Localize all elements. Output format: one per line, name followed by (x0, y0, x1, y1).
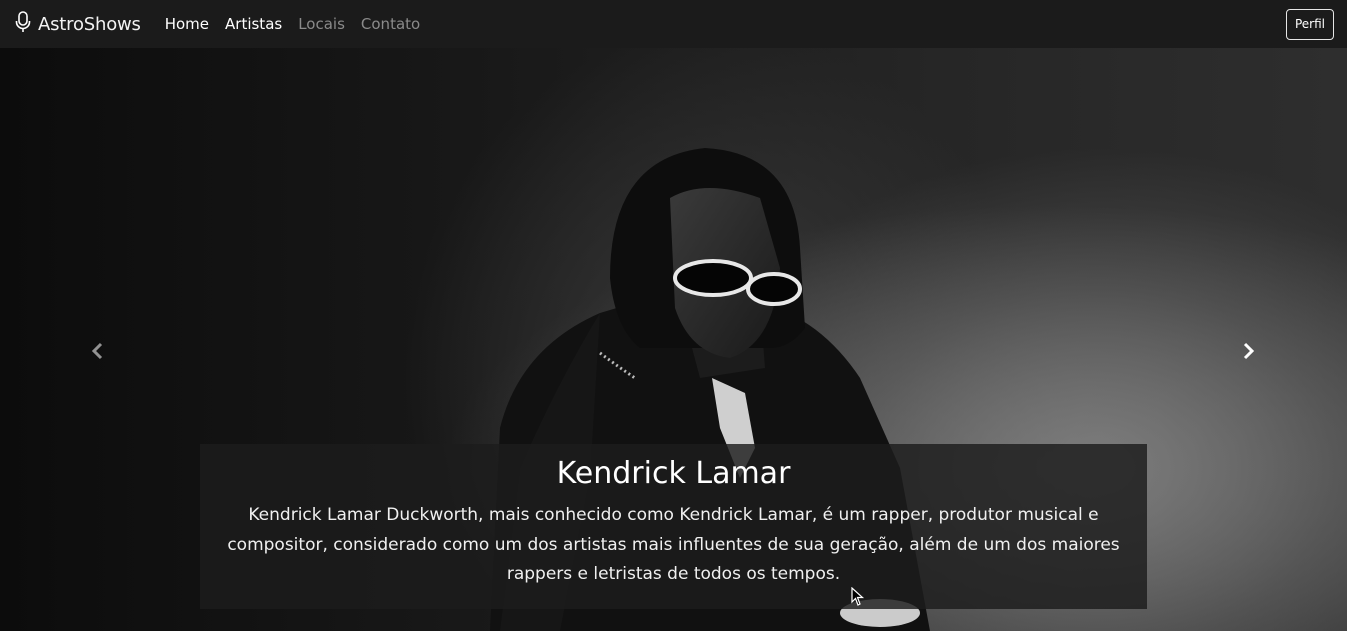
nav-link-home[interactable]: Home (165, 15, 209, 33)
nav-link-artistas[interactable]: Artistas (225, 15, 282, 33)
chevron-right-icon (1240, 342, 1256, 364)
navbar: AstroShows Home Artistas Locais Contato … (0, 0, 1347, 48)
carousel-prev-button[interactable] (78, 328, 118, 378)
carousel-next-button[interactable] (1228, 328, 1268, 378)
artist-description: Kendrick Lamar Duckworth, mais conhecido… (227, 505, 1120, 584)
microphone-icon (14, 11, 32, 37)
slide-caption: Kendrick Lamar Kendrick Lamar Duckworth,… (200, 444, 1147, 609)
nav-link-contato[interactable]: Contato (361, 15, 420, 33)
profile-button[interactable]: Perfil (1285, 8, 1334, 40)
artist-carousel: Kendrick Lamar Kendrick Lamar Duckworth,… (0, 48, 1347, 631)
brand-name: AstroShows (38, 13, 141, 35)
nav-link-locais[interactable]: Locais (298, 15, 345, 33)
brand-link[interactable]: AstroShows (14, 11, 141, 37)
artist-name: Kendrick Lamar (556, 456, 791, 491)
chevron-left-icon (90, 342, 106, 364)
nav-links: Home Artistas Locais Contato (165, 15, 420, 33)
